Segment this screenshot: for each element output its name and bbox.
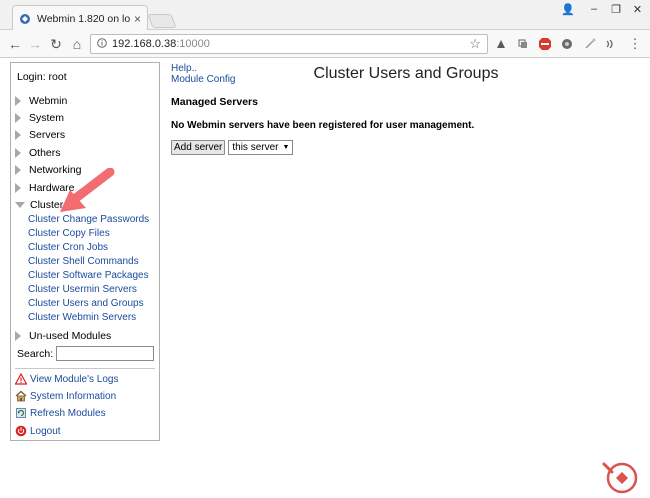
divider bbox=[15, 368, 155, 369]
refresh-icon bbox=[15, 407, 27, 419]
annotation-arrow-icon bbox=[60, 168, 115, 212]
reload-button[interactable]: ↻ bbox=[47, 35, 65, 53]
expand-arrow-icon bbox=[15, 96, 21, 106]
browser-toolbar: ← → ↻ ⌂ 192.168.0.38:10000 ☆ ⋮ bbox=[0, 30, 650, 58]
module-cluster-shell-commands[interactable]: Cluster Shell Commands bbox=[28, 256, 139, 268]
module-cluster-cron-jobs[interactable]: Cluster Cron Jobs bbox=[28, 242, 108, 254]
back-button[interactable]: ← bbox=[6, 35, 24, 53]
module-cluster-software-packages[interactable]: Cluster Software Packages bbox=[28, 270, 149, 282]
help-link[interactable]: Help.. bbox=[171, 63, 197, 74]
expand-arrow-icon bbox=[15, 331, 21, 341]
expand-arrow-icon bbox=[15, 130, 21, 140]
home-icon bbox=[15, 390, 27, 402]
category-system[interactable]: System bbox=[15, 111, 64, 125]
adblock-icon[interactable] bbox=[538, 37, 552, 51]
category-webmin[interactable]: Webmin bbox=[15, 94, 67, 108]
profile-icon[interactable]: 👤 bbox=[555, 0, 581, 18]
expand-arrow-icon bbox=[15, 165, 21, 175]
close-window-button[interactable]: ✕ bbox=[625, 0, 650, 18]
add-server-form: Add server this server ▼ bbox=[171, 140, 294, 155]
page-viewport: Login: root Webmin System Servers Others… bbox=[0, 58, 650, 498]
module-cluster-users-and-groups[interactable]: Cluster Users and Groups bbox=[28, 298, 144, 310]
expand-arrow-icon bbox=[15, 113, 21, 123]
server-select[interactable]: this server ▼ bbox=[228, 140, 294, 155]
page-title: Cluster Users and Groups bbox=[313, 65, 499, 82]
bookmark-star-icon[interactable]: ☆ bbox=[469, 36, 481, 52]
watermark-logo-icon bbox=[602, 462, 638, 494]
login-label: Login: root bbox=[17, 71, 67, 83]
address-bar[interactable]: 192.168.0.38:10000 ☆ bbox=[90, 34, 488, 54]
search-input[interactable] bbox=[56, 346, 155, 361]
section-heading: Managed Servers bbox=[171, 96, 258, 108]
extension-icon[interactable] bbox=[516, 37, 530, 51]
extension-icon[interactable] bbox=[494, 37, 508, 51]
url-host: 192.168.0.38 bbox=[112, 38, 177, 50]
extension-icon[interactable] bbox=[560, 37, 574, 51]
tab-title: Webmin 1.820 on localh bbox=[37, 12, 130, 25]
empty-servers-message: No Webmin servers have been registered f… bbox=[171, 120, 475, 131]
browser-titlebar: Webmin 1.820 on localh × 👤 – ❐ ✕ bbox=[0, 0, 650, 31]
module-cluster-copy-files[interactable]: Cluster Copy Files bbox=[28, 228, 110, 240]
logout-link[interactable]: Logout bbox=[15, 424, 61, 438]
add-server-button[interactable]: Add server bbox=[171, 140, 226, 155]
info-icon[interactable] bbox=[97, 37, 107, 51]
new-tab-button[interactable] bbox=[147, 14, 177, 28]
expand-arrow-icon bbox=[15, 183, 21, 193]
module-search: Search: bbox=[17, 346, 155, 361]
view-module-logs-link[interactable]: View Module's Logs bbox=[15, 372, 118, 386]
forward-button[interactable]: → bbox=[26, 35, 44, 53]
tab-close-icon[interactable]: × bbox=[134, 12, 141, 26]
webmin-favicon-icon bbox=[19, 13, 31, 25]
search-label: Search: bbox=[17, 347, 54, 360]
category-unused-modules[interactable]: Un-used Modules bbox=[15, 329, 111, 343]
browser-menu-icon[interactable]: ⋮ bbox=[628, 36, 642, 51]
module-cluster-webmin-servers[interactable]: Cluster Webmin Servers bbox=[28, 312, 136, 324]
category-cluster[interactable]: Cluster bbox=[15, 198, 63, 212]
cast-icon[interactable] bbox=[604, 37, 618, 51]
module-cluster-usermin-servers[interactable]: Cluster Usermin Servers bbox=[28, 284, 137, 296]
left-navigation-frame: Login: root Webmin System Servers Others… bbox=[10, 62, 160, 441]
refresh-modules-link[interactable]: Refresh Modules bbox=[15, 406, 106, 420]
extension-icon[interactable] bbox=[583, 37, 597, 51]
system-information-link[interactable]: System Information bbox=[15, 389, 116, 403]
server-select-value: this server bbox=[232, 142, 279, 153]
home-button[interactable]: ⌂ bbox=[68, 35, 86, 53]
category-others[interactable]: Others bbox=[15, 146, 61, 160]
browser-tab[interactable]: Webmin 1.820 on localh × bbox=[12, 5, 148, 31]
url-port: :10000 bbox=[176, 38, 210, 50]
dropdown-caret-icon: ▼ bbox=[282, 144, 290, 151]
power-icon bbox=[15, 425, 27, 437]
warning-icon bbox=[15, 373, 27, 385]
category-servers[interactable]: Servers bbox=[15, 128, 65, 142]
module-config-link[interactable]: Module Config bbox=[171, 74, 235, 85]
expand-arrow-icon bbox=[15, 148, 21, 158]
collapse-arrow-icon bbox=[15, 202, 25, 208]
